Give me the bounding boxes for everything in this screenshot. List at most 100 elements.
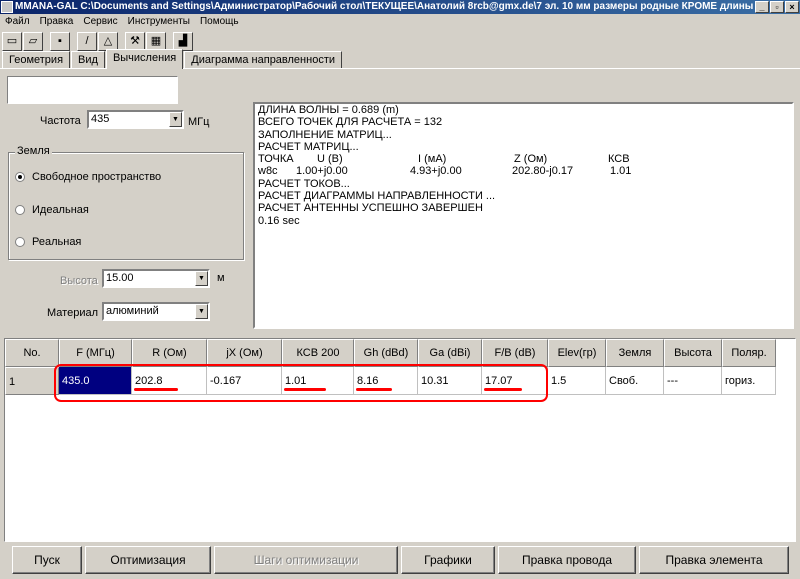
menu-tools[interactable]: Инструменты xyxy=(123,14,195,30)
menu-edit[interactable]: Правка xyxy=(35,14,79,30)
chevron-down-icon[interactable]: ▼ xyxy=(169,112,182,127)
run-icon[interactable]: ▟ xyxy=(173,31,193,51)
column-header[interactable]: No. xyxy=(5,339,59,367)
cell-text: 202.8 xyxy=(135,375,163,387)
column-header[interactable]: Высота xyxy=(664,339,722,367)
tools-icon[interactable]: ⚒ xyxy=(125,31,145,51)
log-cell: Z (Ом) xyxy=(514,153,548,166)
graphs-button[interactable]: Графики xyxy=(401,546,495,574)
chevron-down-icon[interactable]: ▼ xyxy=(195,304,208,319)
log-cell: 1.01 xyxy=(610,165,632,178)
comment-field[interactable] xyxy=(7,76,178,104)
log-line: ВСЕГО ТОЧЕК ДЛЯ РАСЧЕТА = 132 xyxy=(258,116,443,129)
action-bar: Пуск Оптимизация Шаги оптимизации График… xyxy=(0,542,800,579)
log-line: РАСЧЕТ ДИАГРАММЫ НАПРАВЛЕННОСТИ ... xyxy=(258,190,496,203)
chevron-down-icon[interactable]: ▼ xyxy=(195,271,208,286)
column-header[interactable]: КСВ 200 xyxy=(282,339,354,367)
log-line: РАСЧЕТ АНТЕННЫ УСПЕШНО ЗАВЕРШЕН xyxy=(258,202,483,215)
triangle-icon[interactable]: △ xyxy=(98,31,118,51)
column-header[interactable]: Поляр. xyxy=(722,339,776,367)
height-unit: м xyxy=(217,272,225,284)
cell-text: 8.16 xyxy=(357,375,379,387)
height-label: Высота xyxy=(60,275,98,287)
radio-label: Реальная xyxy=(32,236,82,248)
column-header[interactable]: Gh (dBd) xyxy=(354,339,418,367)
tab-pattern[interactable]: Диаграмма направленности xyxy=(184,51,343,69)
tab-calculations[interactable]: Вычисления xyxy=(105,49,184,69)
cell-height[interactable]: --- xyxy=(664,367,722,395)
cell-reactance[interactable]: -0.167 xyxy=(207,367,282,395)
tab-view[interactable]: Вид xyxy=(71,51,105,69)
annotation-underline xyxy=(134,388,178,391)
cell-polarization[interactable]: гориз. xyxy=(722,367,776,395)
grid-header: No. F (МГц) R (Ом) jX (Ом) КСВ 200 Gh (d… xyxy=(5,339,776,367)
calculation-log[interactable]: ДЛИНА ВОЛНЫ = 0.689 (m) ВСЕГО ТОЧЕК ДЛЯ … xyxy=(253,102,794,329)
radio-selected-icon[interactable] xyxy=(15,172,25,182)
edit-element-button[interactable]: Правка элемента xyxy=(639,546,789,574)
frequency-unit: МГц xyxy=(188,116,210,128)
frequency-value: 435 xyxy=(91,113,110,125)
column-header[interactable]: F (МГц) xyxy=(59,339,132,367)
calculations-panel: Частота 435 ▼ МГц Земля Свободное простр… xyxy=(0,68,800,336)
height-combo[interactable]: 15.00 ▼ xyxy=(102,269,210,288)
start-button[interactable]: Пуск xyxy=(12,546,82,574)
column-header[interactable]: Земля xyxy=(606,339,664,367)
close-button[interactable]: × xyxy=(785,1,799,13)
cell-elevation[interactable]: 1.5 xyxy=(548,367,606,395)
frequency-combo[interactable]: 435 ▼ xyxy=(87,110,184,129)
tab-strip: Геометрия Вид Вычисления Диаграмма напра… xyxy=(2,49,343,69)
height-value: 15.00 xyxy=(106,272,134,284)
menu-service[interactable]: Сервис xyxy=(78,14,122,30)
cell-swr[interactable]: 1.01 xyxy=(282,367,354,395)
radio-perfect[interactable]: Идеальная xyxy=(15,204,89,216)
menu-file[interactable]: Файл xyxy=(0,14,35,30)
log-cell: 202.80-j0.17 xyxy=(512,165,574,178)
menu-bar: Файл Правка Сервис Инструменты Помощь xyxy=(0,14,800,30)
draw-line-icon[interactable]: / xyxy=(77,31,97,51)
cell-fb-ratio[interactable]: 17.07 xyxy=(482,367,548,395)
column-header[interactable]: Elev(гр) xyxy=(548,339,606,367)
cell-resistance[interactable]: 202.8 xyxy=(132,367,207,395)
row-number[interactable]: 1 xyxy=(5,367,59,395)
log-cell: 4.93+j0.00 xyxy=(410,165,462,178)
column-header[interactable]: Ga (dBi) xyxy=(418,339,482,367)
cell-text: 17.07 xyxy=(485,375,513,387)
new-file-icon[interactable]: ▭ xyxy=(2,31,22,51)
radio-free-space[interactable]: Свободное пространство xyxy=(15,171,161,183)
log-cell: КСВ xyxy=(608,153,630,166)
minimize-button[interactable]: _ xyxy=(755,1,769,13)
cell-gain-dbi[interactable]: 10.31 xyxy=(418,367,482,395)
open-folder-icon[interactable]: ▱ xyxy=(23,31,43,51)
log-cell: U (B) xyxy=(317,153,343,166)
log-table-header: ТОЧКА U (B) I (мА) Z (Ом) КСВ xyxy=(258,153,789,165)
results-grid[interactable]: No. F (МГц) R (Ом) jX (Ом) КСВ 200 Gh (d… xyxy=(4,338,796,542)
radio-real[interactable]: Реальная xyxy=(15,236,81,248)
log-line: РАСЧЕТ МАТРИЦ... xyxy=(258,140,359,153)
log-line: ДЛИНА ВОЛНЫ = 0.689 (m) xyxy=(258,104,399,116)
title-bar: MMANA-GAL C:\Documents and Settings\Адми… xyxy=(0,0,800,14)
edit-wire-button[interactable]: Правка провода xyxy=(498,546,636,574)
optimize-button[interactable]: Оптимизация xyxy=(85,546,211,574)
radio-icon[interactable] xyxy=(15,205,25,215)
frequency-label: Частота xyxy=(40,115,81,127)
cell-gain-dbd[interactable]: 8.16 xyxy=(354,367,418,395)
cell-text: 1.01 xyxy=(285,375,307,387)
tab-geometry[interactable]: Геометрия xyxy=(2,51,71,69)
radio-label: Свободное пространство xyxy=(32,171,162,183)
app-icon[interactable] xyxy=(1,1,13,13)
column-header[interactable]: jX (Ом) xyxy=(207,339,282,367)
column-header[interactable]: F/B (dB) xyxy=(482,339,548,367)
radio-icon[interactable] xyxy=(15,237,25,247)
material-combo[interactable]: алюминий ▼ xyxy=(102,302,210,321)
restore-button[interactable]: ▫ xyxy=(770,1,784,13)
cell-frequency[interactable]: 435.0 xyxy=(59,367,132,395)
log-line: 0.16 sec xyxy=(258,214,300,227)
menu-help[interactable]: Помощь xyxy=(195,14,244,30)
optimization-steps-button[interactable]: Шаги оптимизации xyxy=(214,546,398,574)
annotation-underline xyxy=(284,388,326,391)
calculator-icon[interactable]: ▦ xyxy=(146,31,166,51)
column-header[interactable]: R (Ом) xyxy=(132,339,207,367)
save-disk-icon[interactable]: ▪ xyxy=(50,31,70,51)
cell-ground[interactable]: Своб. xyxy=(606,367,664,395)
table-row[interactable]: 1 435.0 202.8 -0.167 1.01 8.16 10.31 17.… xyxy=(5,367,776,395)
